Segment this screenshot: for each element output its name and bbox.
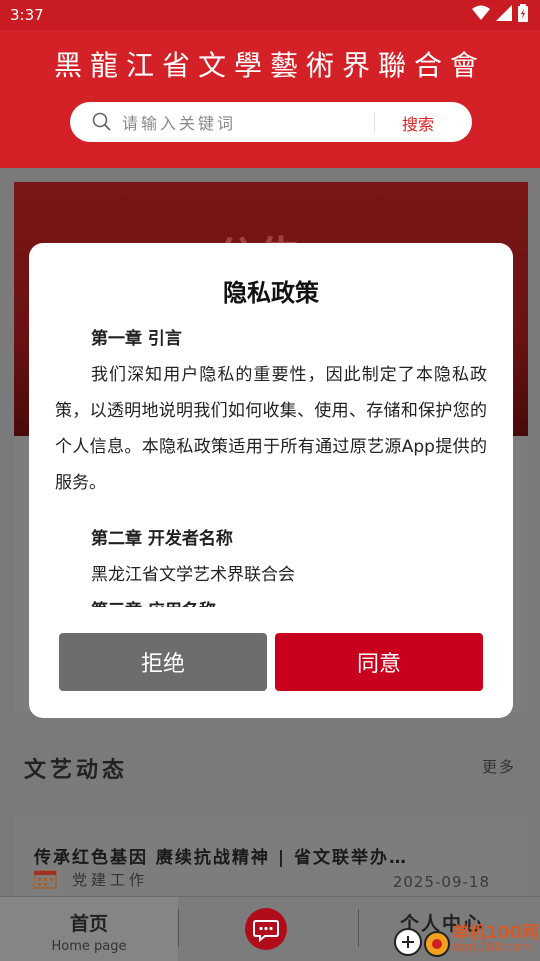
chapter-text: 黑龙江省文学艺术界联合会 xyxy=(91,565,295,585)
reject-button[interactable]: 拒绝 xyxy=(59,633,267,691)
privacy-policy-dialog: 隐私政策 第一章 引言 我们深知用户隐私的重要性，因此制定了本隐私政策，以透明地… xyxy=(29,243,513,718)
modal-overlay: 隐私政策 第一章 引言 我们深知用户隐私的重要性，因此制定了本隐私政策，以透明地… xyxy=(0,0,540,960)
agree-button[interactable]: 同意 xyxy=(275,633,483,691)
chapter-text: 我们深知用户隐私的重要性，因此制定了本隐私政策，以透明地说明我们如何收集、使用、… xyxy=(55,365,487,493)
dialog-body[interactable]: 第一章 引言 我们深知用户隐私的重要性，因此制定了本隐私政策，以透明地说明我们如… xyxy=(55,321,487,607)
chapter-heading: 第二章 开发者名称 xyxy=(91,529,233,549)
chapter-heading: 第一章 引言 xyxy=(91,329,182,349)
dialog-title: 隐私政策 xyxy=(223,279,319,307)
chapter-heading: 第三章 应用名称 xyxy=(55,593,487,607)
